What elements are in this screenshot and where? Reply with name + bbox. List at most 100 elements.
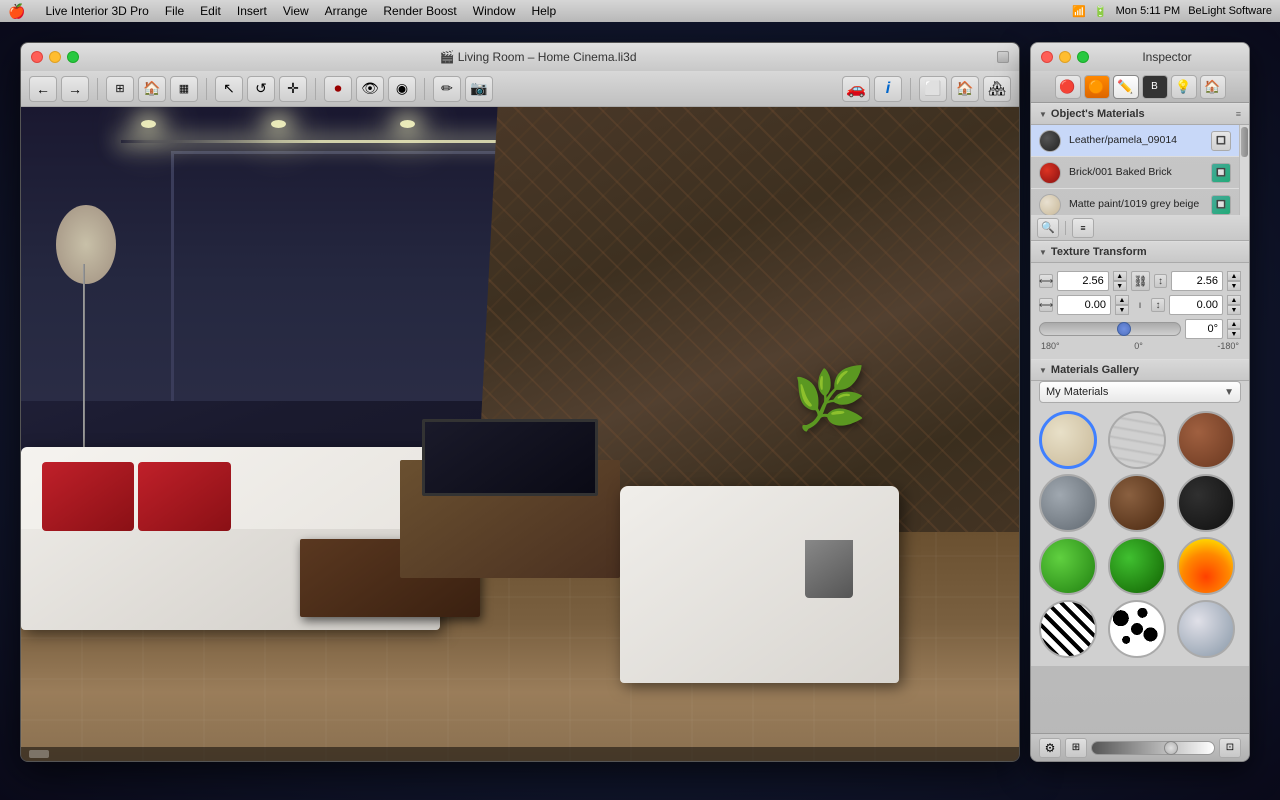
tab-material[interactable]: 🟠 [1084,75,1110,99]
rotation-label-mid: 0° [1134,341,1143,351]
menu-help[interactable]: Help [531,4,556,18]
objects-materials-header: ▼ Object's Materials ≡ [1031,103,1249,125]
width-x-up[interactable]: ▲ [1113,271,1127,281]
menu-insert[interactable]: Insert [237,4,267,18]
offset-x-up[interactable]: ▲ [1115,295,1129,305]
inspector-close-button[interactable] [1041,51,1053,63]
gallery-item-brick[interactable] [1177,411,1235,469]
material-item-matte[interactable]: Matte paint/1019 grey beige 🔲 [1031,189,1239,215]
menu-arrange[interactable]: Arrange [325,4,368,18]
material-item-leather[interactable]: Leather/pamela_09014 🔲 [1031,125,1239,157]
width-y-down[interactable]: ▼ [1227,281,1241,291]
tab-body[interactable]: B [1142,75,1168,99]
width-y-up[interactable]: ▲ [1227,271,1241,281]
rotation-down[interactable]: ▼ [1227,329,1241,339]
panorama-button[interactable]: ◉ [388,76,416,102]
mat-options-button[interactable]: ≡ [1072,218,1094,238]
offset-y-up[interactable]: ▲ [1227,295,1241,305]
gallery-item-silver[interactable] [1177,600,1235,658]
chevron-down-icon: ▼ [1224,387,1234,398]
tab-house[interactable]: 🏠 [1200,75,1226,99]
gallery-item-zebra[interactable] [1039,600,1097,658]
settings-button[interactable]: ⚙ [1039,738,1061,758]
fit-button[interactable]: ⊞ [1065,738,1087,758]
texture-width-row: ⟷ 2.56 ▲ ▼ ⛓ ↕ 2.56 ▲ ▼ [1039,271,1241,291]
texture-offset-y-input[interactable]: 0.00 [1169,295,1223,315]
brightness-thumb[interactable] [1164,741,1178,755]
move-tool-button[interactable]: ✛ [279,76,307,102]
3d-view[interactable]: 🌿 [21,107,1019,761]
rotation-up[interactable]: ▲ [1227,319,1241,329]
menu-view[interactable]: View [283,4,309,18]
apple-menu[interactable]: 🍎 [8,3,25,20]
texture-offset-y-stepper[interactable]: ▲ ▼ [1227,295,1241,315]
nav-forward-button[interactable]: → [61,76,89,102]
menu-app-name[interactable]: Live Interior 3D Pro [45,4,148,18]
offset-x-down[interactable]: ▼ [1115,305,1129,315]
view-toggle-button[interactable]: 🏘 [983,76,1011,102]
scroll-position-indicator[interactable] [29,750,49,758]
materials-options-icon[interactable]: ≡ [1236,109,1241,119]
pencil-button[interactable]: ✏ [433,76,461,102]
texture-width-y-stepper[interactable]: ▲ ▼ [1227,271,1241,291]
3d-view-button[interactable]: 🏠 [138,76,166,102]
rotation-stepper[interactable]: ▲ ▼ [1227,319,1241,339]
width-x-down[interactable]: ▼ [1113,281,1127,291]
gallery-item-brown[interactable] [1108,474,1166,532]
tab-texture[interactable]: ✏️ [1113,75,1139,99]
gallery-item-fire[interactable] [1177,537,1235,595]
maximize-button[interactable] [67,51,79,63]
close-button[interactable] [31,51,43,63]
2d-view-button[interactable]: ▦ [170,76,198,102]
menu-window[interactable]: Window [473,4,516,18]
floor-plan-button[interactable]: ⊞ [106,76,134,102]
menu-render-boost[interactable]: Render Boost [383,4,456,18]
select-tool-button[interactable]: ↖ [215,76,243,102]
rotation-slider-thumb[interactable] [1117,322,1131,336]
texture-width-x-stepper[interactable]: ▲ ▼ [1113,271,1127,291]
gallery-item-beige[interactable] [1039,411,1097,469]
gallery-item-dalmatian[interactable] [1108,600,1166,658]
texture-offset-x-stepper[interactable]: ▲ ▼ [1115,295,1129,315]
material-item-brick[interactable]: Brick/001 Baked Brick 🔲 [1031,157,1239,189]
gallery-section: My Materials ▼ [1031,381,1249,666]
eyedropper-button[interactable]: 🔍 [1037,218,1059,238]
tab-light[interactable]: 💡 [1171,75,1197,99]
rotate-tool-button[interactable]: ↺ [247,76,275,102]
rotation-slider[interactable] [1039,322,1181,336]
menu-file[interactable]: File [165,4,184,18]
house-small-button[interactable]: 🏠 [951,76,979,102]
texture-width-x-input[interactable]: 2.56 [1057,271,1109,291]
rotation-value-input[interactable]: 0° [1185,319,1223,339]
brightness-slider[interactable] [1091,741,1215,755]
gallery-item-metal[interactable] [1039,474,1097,532]
window-resize-control[interactable] [997,51,1009,63]
record-button[interactable]: ⏺ [324,76,352,102]
frame-button[interactable]: ⬜ [919,76,947,102]
inspector-maximize-button[interactable] [1077,51,1089,63]
section-triangle-texture: ▼ [1039,248,1047,257]
materials-list: Leather/pamela_09014 🔲 Brick/001 Baked B… [1031,125,1239,215]
offset-y-down[interactable]: ▼ [1227,305,1241,315]
lamp-shade [56,205,116,283]
gallery-item-wood[interactable] [1108,411,1166,469]
fullscreen-button[interactable]: ⊡ [1219,738,1241,758]
gallery-dropdown[interactable]: My Materials ▼ [1039,381,1241,403]
tab-object[interactable]: 🔴 [1055,75,1081,99]
spotlight-2 [271,120,286,128]
gallery-item-green1[interactable] [1039,537,1097,595]
materials-scrollbar[interactable] [1239,125,1249,215]
nav-back-button[interactable]: ← [29,76,57,102]
screenshot-button[interactable]: 📷 [465,76,493,102]
minimize-button[interactable] [49,51,61,63]
gallery-item-dark[interactable] [1177,474,1235,532]
menu-edit[interactable]: Edit [200,4,221,18]
texture-width-y-input[interactable]: 2.56 [1171,271,1223,291]
camera-button[interactable]: 👁 [356,76,384,102]
info-button[interactable]: i [874,76,902,102]
car-button[interactable]: 🚗 [842,76,870,102]
chain-link[interactable]: ⛓ [1131,271,1150,291]
texture-offset-x-input[interactable]: 0.00 [1057,295,1111,315]
gallery-item-green2[interactable] [1108,537,1166,595]
inspector-minimize-button[interactable] [1059,51,1071,63]
